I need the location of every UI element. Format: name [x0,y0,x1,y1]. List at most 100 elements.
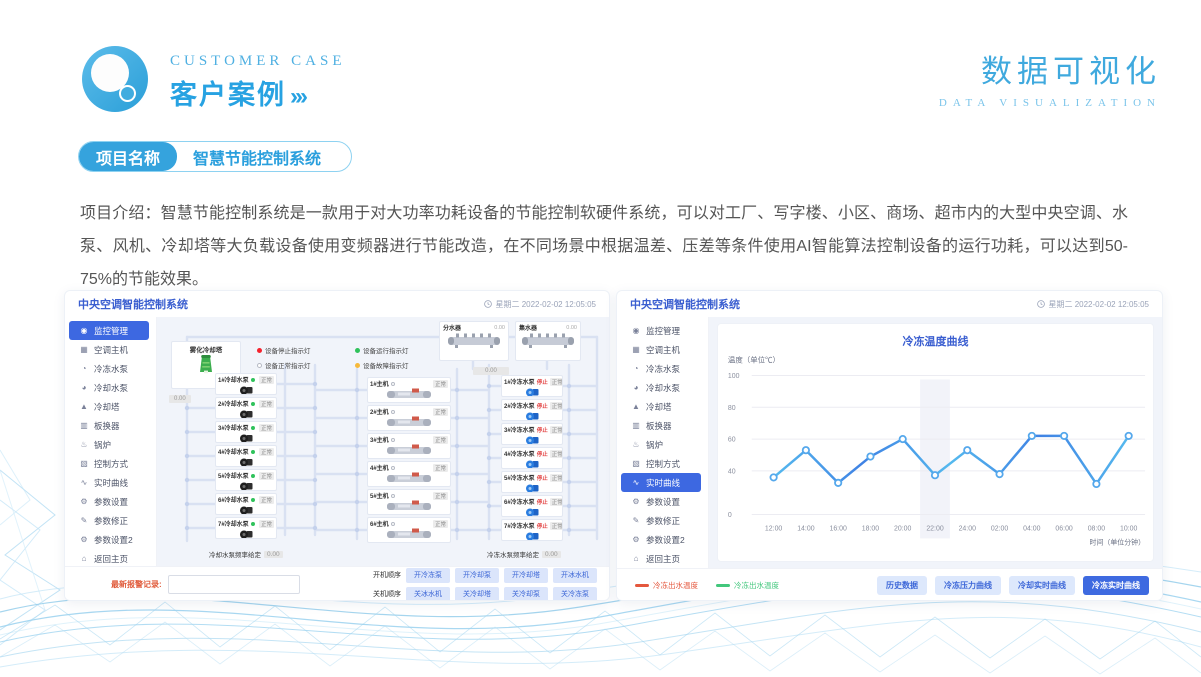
sidebar-item-boiler[interactable]: ♨锅炉 [621,435,701,454]
chilled-pump-icon: ◔ [631,364,641,373]
chart-button[interactable]: 冷冻压力曲线 [935,576,1001,595]
stop-state-label: 停止 [537,522,548,530]
cooling-pump-box[interactable]: 6#冷却水泵正常 [215,493,277,515]
cooling-pump-box[interactable]: 1#冷却水泵正常 [215,373,277,395]
alarm-record-input[interactable] [168,575,300,594]
pump-icon [238,432,254,443]
host-box[interactable]: 2#主机正常 [367,405,451,431]
sidebar-item-cooling-tower[interactable]: ▲冷却塔 [69,397,149,416]
host-box[interactable]: 4#主机正常 [367,461,451,487]
sidebar-item-correction[interactable]: ✎参数修正 [69,511,149,530]
sidebar-item-settings[interactable]: ⚙参数设置 [69,492,149,511]
chilled-pump-box[interactable]: 3#冷冻水泵停止正常 [501,423,563,445]
sidebar-item-realtime-curve[interactable]: ∿实时曲线 [621,473,701,492]
manifold-icon [520,332,576,349]
sidebar-item-cooling-tower[interactable]: ▲冷却塔 [621,397,701,416]
sidebar-item-plate-exchanger[interactable]: ▥板换器 [621,416,701,435]
chart-legend: 冷冻出水温度冷冻出水温度 [635,580,779,591]
host-box[interactable]: 6#主机正常 [367,517,451,543]
sidebar-item-realtime-curve[interactable]: ∿实时曲线 [69,473,149,492]
equipment-label: 4#冷冻水泵 [504,449,535,458]
svg-text:温度（单位℃）: 温度（单位℃） [728,355,780,365]
equipment-label: 6#冷冻水泵 [504,497,535,506]
cooling-pump-box[interactable]: 7#冷却水泵正常 [215,517,277,539]
status-badge: 正常 [433,408,448,416]
sidebar-item-boiler[interactable]: ♨锅炉 [69,435,149,454]
sequence-button[interactable]: 开冰水机 [553,568,597,583]
chilled-pump-box[interactable]: 1#冷冻水泵停止正常 [501,375,563,397]
chilled-pump-box[interactable]: 2#冷冻水泵停止正常 [501,399,563,421]
cooling-pump-box[interactable]: 4#冷却水泵正常 [215,445,277,467]
sidebar-item-correction[interactable]: ✎参数修正 [621,511,701,530]
chart-legend-item: 冷冻出水温度 [716,580,779,591]
run-indicator-dot [251,426,255,430]
sidebar-item-home[interactable]: ⌂返回主页 [69,549,149,568]
sidebar-item-plate-exchanger[interactable]: ▥板换器 [69,416,149,435]
sidebar-item-label: 参数设置2 [646,534,685,546]
cooling-pump-box[interactable]: 2#冷却水泵正常 [215,397,277,419]
host-box[interactable]: 1#主机正常 [367,377,451,403]
sidebar-item-ac-host[interactable]: ▦空调主机 [621,340,701,359]
legend-dot [257,348,262,353]
chart-button[interactable]: 历史数据 [877,576,927,595]
project-intro: 项目介绍：智慧节能控制系统是一款用于对大功率功耗设备的节能控制软硬件系统，可以对… [80,197,1128,296]
cooling-pump-box[interactable]: 5#冷却水泵正常 [215,469,277,491]
sidebar-item-monitor[interactable]: ◉监控管理 [69,321,149,340]
chart-button[interactable]: 冷冻实时曲线 [1083,576,1149,595]
tower-label: 雾化冷却塔 [172,342,240,354]
status-badge: 正常 [259,400,274,408]
sidebar-item-home[interactable]: ⌂返回主页 [621,549,701,568]
sequence-button[interactable]: 开冷却泵 [455,568,499,583]
status-badge: 正常 [550,426,563,434]
sidebar-item-label: 板换器 [94,420,120,432]
project-name-badge: 项目名称 智慧节能控制系统 [78,141,352,172]
chart-button[interactable]: 冷却实时曲线 [1009,576,1075,595]
chilled-pump-box[interactable]: 7#冷冻水泵停止正常 [501,519,563,541]
settings2-icon: ⚙ [79,535,89,544]
logo-small-dot [119,85,136,102]
sidebar-item-cooling-pump[interactable]: ◕冷却水泵 [69,378,149,397]
sidebar-item-settings2[interactable]: ⚙参数设置2 [621,530,701,549]
run-indicator-dot [251,522,255,526]
sidebar-item-control-mode[interactable]: ▧控制方式 [621,454,701,473]
screenshot-monitoring: 中央空调智能控制系统 星期二 2022-02-02 12:05:05 ◉监控管理… [64,290,610,601]
sidebar-item-label: 控制方式 [94,458,128,470]
sidebar-item-ac-host[interactable]: ▦空调主机 [69,340,149,359]
svg-text:时间（单位分钟）: 时间（单位分钟） [1090,537,1146,546]
status-legend-item: 设备停止指示灯 [257,345,311,355]
svg-text:40: 40 [728,468,736,475]
sidebar-item-label: 参数修正 [646,515,680,527]
host-box[interactable]: 3#主机正常 [367,433,451,459]
chilled-pump-box[interactable]: 6#冷冻水泵停止正常 [501,495,563,517]
host-box[interactable]: 5#主机正常 [367,489,451,515]
sequence-button[interactable]: 关冷却泵 [504,587,548,602]
sequence-button[interactable]: 关冷冻泵 [553,587,597,602]
chilled-pump-box[interactable]: 5#冷冻水泵停止正常 [501,471,563,493]
chilled-pump-box[interactable]: 4#冷冻水泵停止正常 [501,447,563,469]
sidebar-item-chilled-pump[interactable]: ◔冷冻水泵 [621,359,701,378]
status-badge: 正常 [259,472,274,480]
sequence-button[interactable]: 关冰水机 [406,587,450,602]
sidebar-item-cooling-pump[interactable]: ◕冷却水泵 [621,378,701,397]
sidebar-item-chilled-pump[interactable]: ◔冷冻水泵 [69,359,149,378]
cooling-pump-box[interactable]: 3#冷却水泵正常 [215,421,277,443]
sidebar-item-control-mode[interactable]: ▧控制方式 [69,454,149,473]
svg-text:16:00: 16:00 [829,525,847,532]
run-indicator-dot [251,474,255,478]
ac-host-icon: ▦ [631,345,641,354]
sidebar-item-label: 冷冻水泵 [94,363,128,375]
project-label: 项目名称 [79,142,177,171]
sidebar-item-monitor[interactable]: ◉监控管理 [621,321,701,340]
stop-state-label: 停止 [537,498,548,506]
equipment-label: 3#主机 [370,435,389,444]
sequence-button[interactable]: 开冷却塔 [504,568,548,583]
sidebar-item-settings[interactable]: ⚙参数设置 [621,492,701,511]
sequence-button[interactable]: 关冷却塔 [455,587,499,602]
run-indicator-dot [251,450,255,454]
sidebar-item-settings2[interactable]: ⚙参数设置2 [69,530,149,549]
normal-indicator-dot [391,382,395,386]
legend-label: 设备正常指示灯 [265,360,311,370]
sequence-button[interactable]: 开冷冻泵 [406,568,450,583]
app-datetime: 星期二 2022-02-02 12:05:05 [1037,299,1149,310]
tower-value: 0.00 [169,395,191,403]
